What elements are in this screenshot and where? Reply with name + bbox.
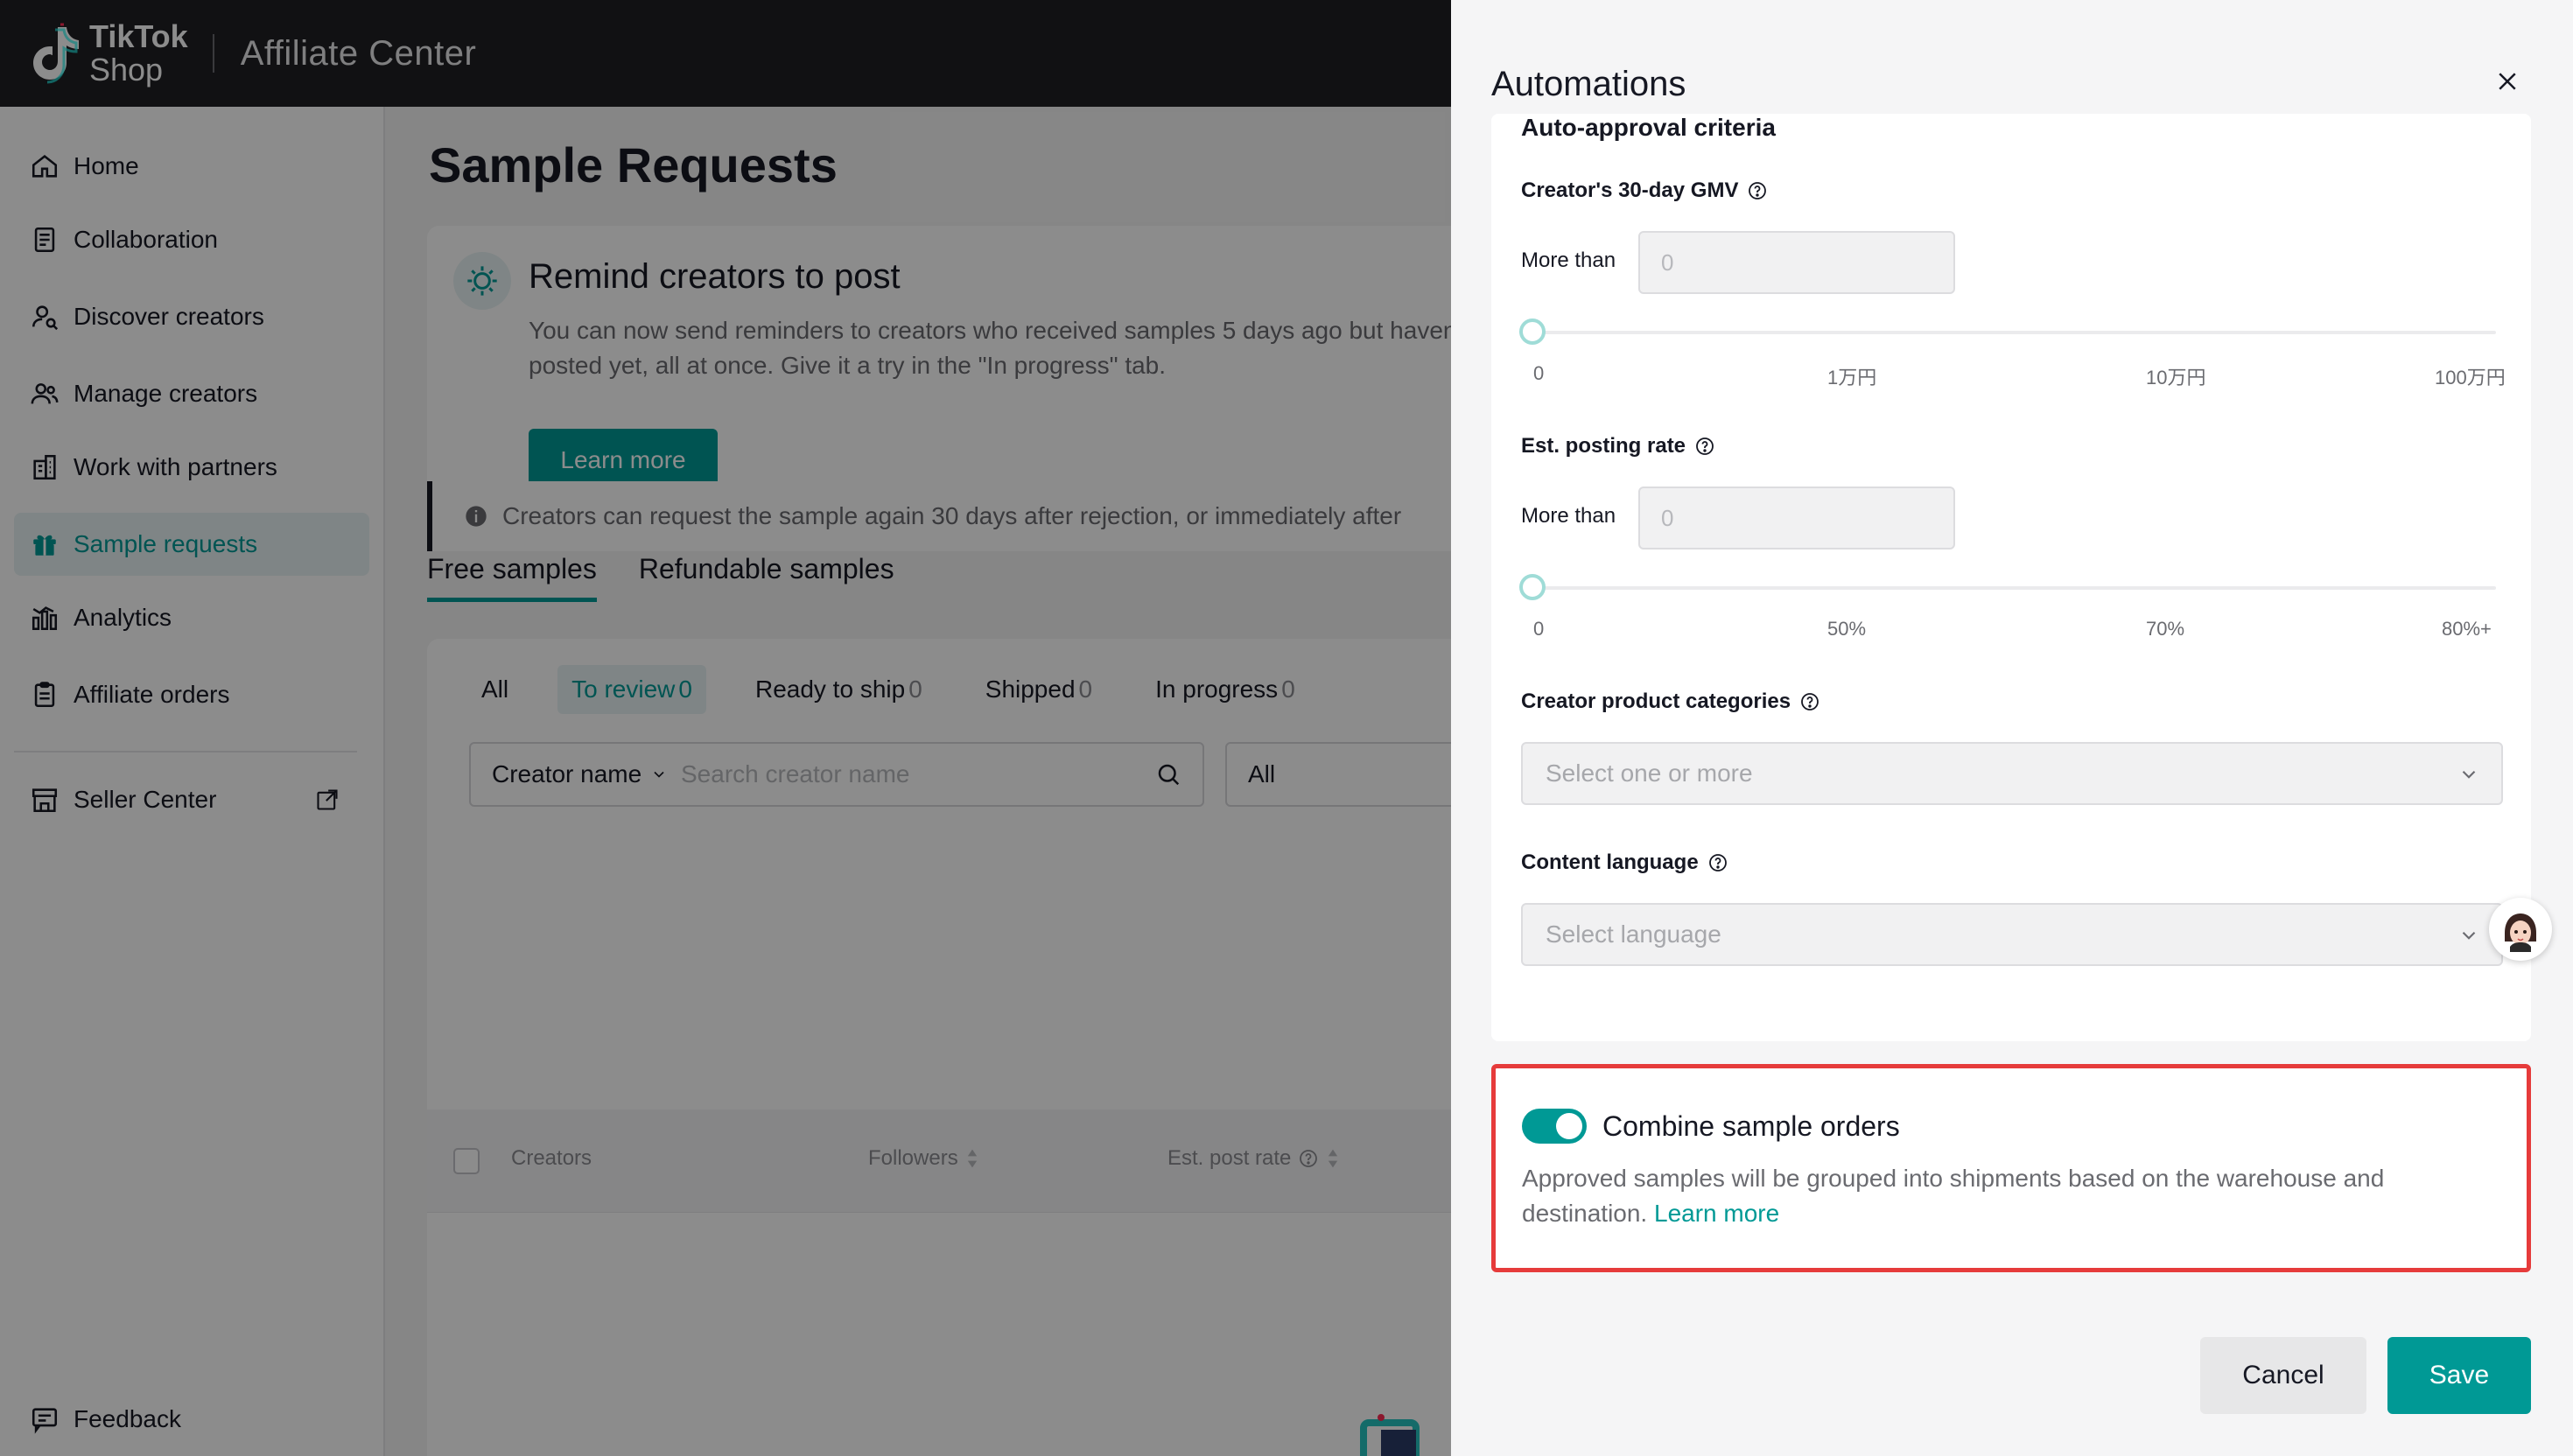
posting-rate-tick: 80%+ xyxy=(2442,618,2492,640)
modal-overlay[interactable] xyxy=(0,0,1451,1456)
gmv-tick: 1万円 xyxy=(1827,367,1877,388)
posting-rate-slider-thumb[interactable] xyxy=(1519,574,1546,600)
auto-approval-card: Auto-approval criteria Creator's 30-day … xyxy=(1491,114,2531,1041)
toggle-knob xyxy=(1556,1113,1582,1139)
automations-drawer: Automations Auto-approval criteria Creat… xyxy=(1451,0,2573,1456)
section-title: Auto-approval criteria xyxy=(1521,114,1776,141)
assistant-avatar-icon[interactable] xyxy=(2489,898,2552,961)
gmv-label: Creator's 30-day GMV xyxy=(1521,178,1768,203)
posting-rate-label: Est. posting rate xyxy=(1521,434,1715,458)
posting-rate-input[interactable]: 0 xyxy=(1638,486,1955,550)
combine-orders-toggle[interactable] xyxy=(1522,1109,1587,1144)
posting-rate-tick: 70% xyxy=(2146,618,2185,640)
posting-rate-tick: 0 xyxy=(1533,618,1545,640)
gmv-slider-thumb[interactable] xyxy=(1519,318,1546,345)
gmv-slider-track[interactable] xyxy=(1532,331,2496,334)
help-icon[interactable] xyxy=(1799,691,1820,712)
posting-rate-slider-track[interactable] xyxy=(1532,586,2496,590)
gmv-tick: 100万円 xyxy=(2435,367,2506,388)
chevron-down-icon xyxy=(2462,931,2476,940)
combine-sample-orders-card: Combine sample orders Approved samples w… xyxy=(1491,1064,2531,1272)
cancel-button[interactable]: Cancel xyxy=(2200,1337,2366,1414)
gmv-input[interactable]: 0 xyxy=(1638,231,1955,294)
categories-label: Creator product categories xyxy=(1521,690,1820,714)
posting-rate-more-than-label: More than xyxy=(1521,504,1616,528)
help-icon[interactable] xyxy=(1707,852,1728,873)
language-select[interactable]: Select language xyxy=(1521,903,2503,966)
combine-learn-more-link[interactable]: Learn more xyxy=(1654,1200,1779,1227)
gmv-more-than-label: More than xyxy=(1521,248,1616,272)
gmv-tick: 10万円 xyxy=(2146,367,2206,388)
combine-title: Combine sample orders xyxy=(1602,1110,1900,1142)
posting-rate-tick: 50% xyxy=(1827,618,1867,640)
drawer-title: Automations xyxy=(1491,65,1686,103)
save-button[interactable]: Save xyxy=(2387,1337,2531,1414)
chevron-down-icon xyxy=(2462,770,2476,779)
help-icon[interactable] xyxy=(1747,180,1768,201)
combine-description: Approved samples will be grouped into sh… xyxy=(1522,1165,2385,1227)
language-label: Content language xyxy=(1521,850,1728,875)
help-icon[interactable] xyxy=(1694,436,1715,457)
gmv-tick: 0 xyxy=(1533,362,1545,384)
categories-select[interactable]: Select one or more xyxy=(1521,742,2503,805)
close-icon[interactable] xyxy=(2494,68,2520,94)
